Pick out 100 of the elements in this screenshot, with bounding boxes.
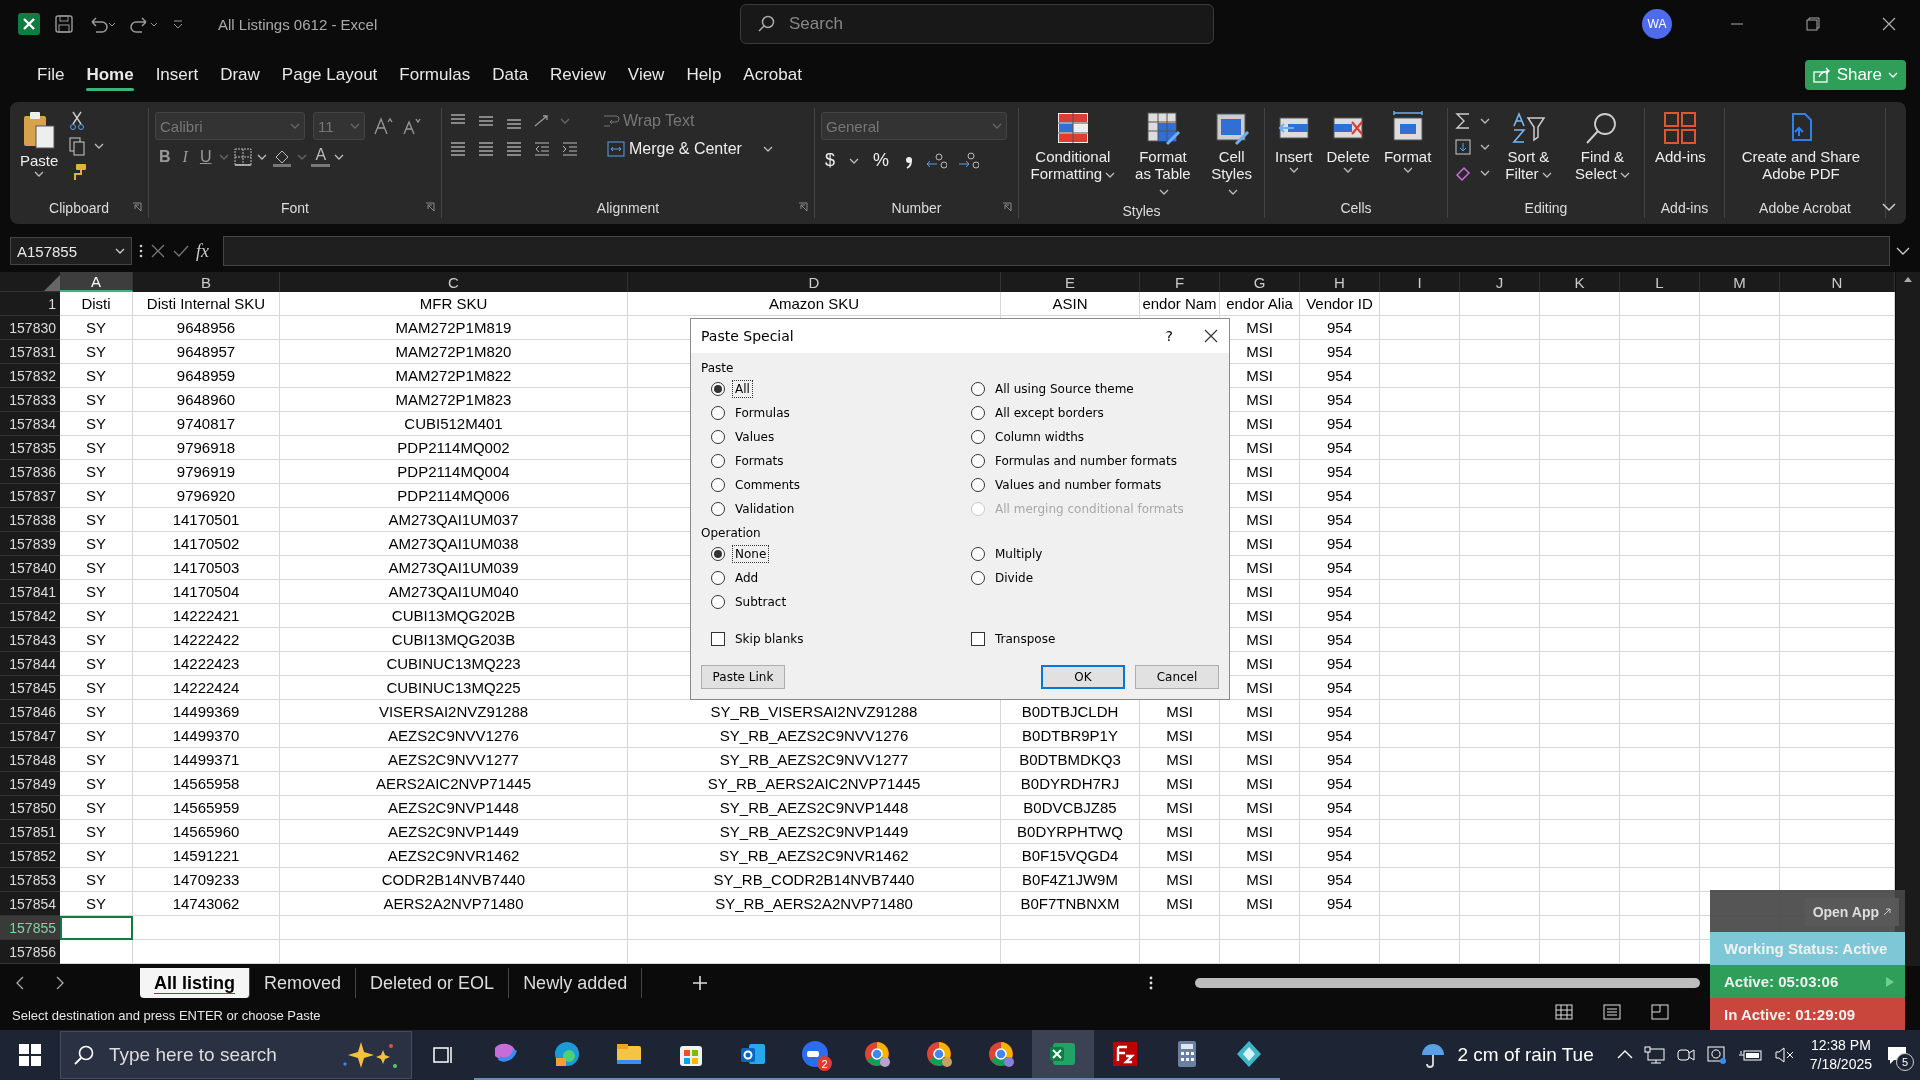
empty-cell[interactable] bbox=[1460, 436, 1540, 460]
row-header[interactable]: 157841 bbox=[0, 580, 60, 604]
row-header[interactable]: 157856 bbox=[0, 940, 60, 964]
radio-button[interactable] bbox=[971, 570, 985, 585]
empty-cell[interactable] bbox=[1380, 940, 1460, 964]
caret-icon[interactable] bbox=[1105, 172, 1116, 179]
empty-cell[interactable] bbox=[1380, 892, 1460, 916]
close-icon[interactable] bbox=[1203, 328, 1219, 344]
more-options-icon[interactable] bbox=[1148, 975, 1154, 991]
row-header[interactable]: 157851 bbox=[0, 820, 60, 844]
empty-cell[interactable] bbox=[1540, 460, 1620, 484]
empty-cell[interactable] bbox=[1460, 412, 1540, 436]
empty-cell[interactable] bbox=[1380, 724, 1460, 748]
empty-cell[interactable] bbox=[1620, 676, 1700, 700]
row-header[interactable]: 157830 bbox=[0, 316, 60, 340]
empty-cell[interactable] bbox=[1460, 580, 1540, 604]
sheet-tab[interactable]: Deleted or EOL bbox=[356, 968, 510, 998]
caret-icon[interactable] bbox=[1343, 167, 1354, 173]
mute-icon[interactable] bbox=[1773, 1046, 1796, 1064]
ribbon-button[interactable]: Create and Share Adobe PDF bbox=[1731, 108, 1871, 184]
empty-cell[interactable] bbox=[1620, 748, 1700, 772]
empty-cell[interactable] bbox=[1700, 628, 1780, 652]
empty-cell[interactable] bbox=[1001, 916, 1140, 940]
empty-cell[interactable] bbox=[1620, 940, 1700, 964]
row-header[interactable]: 1 bbox=[0, 292, 60, 316]
empty-cell[interactable] bbox=[1540, 892, 1620, 916]
radio-button[interactable] bbox=[711, 546, 725, 561]
sync-icon[interactable] bbox=[1705, 1045, 1728, 1065]
row-header[interactable]: 157842 bbox=[0, 604, 60, 628]
empty-cell[interactable] bbox=[1460, 292, 1540, 316]
empty-cell[interactable] bbox=[1700, 316, 1780, 340]
empty-cell[interactable] bbox=[1460, 628, 1540, 652]
restore-icon[interactable] bbox=[1806, 17, 1820, 31]
empty-cell[interactable] bbox=[1380, 412, 1460, 436]
empty-cell[interactable] bbox=[1780, 484, 1895, 508]
empty-cell[interactable] bbox=[1380, 916, 1460, 940]
empty-cell[interactable] bbox=[1780, 292, 1895, 316]
empty-cell[interactable] bbox=[1620, 436, 1700, 460]
empty-cell[interactable] bbox=[1700, 532, 1780, 556]
ribbon-button[interactable]: Insert bbox=[1271, 108, 1317, 175]
caret-icon[interactable] bbox=[1480, 118, 1490, 124]
empty-cell[interactable] bbox=[1460, 724, 1540, 748]
empty-cell[interactable] bbox=[1540, 748, 1620, 772]
underline-button[interactable]: U bbox=[195, 147, 216, 166]
column-header[interactable]: N bbox=[1780, 272, 1895, 292]
row-header[interactable]: 157838 bbox=[0, 508, 60, 532]
empty-cell[interactable] bbox=[1380, 820, 1460, 844]
radio-button[interactable] bbox=[711, 501, 725, 516]
radio-button[interactable] bbox=[711, 453, 725, 468]
radio-button[interactable] bbox=[971, 546, 985, 561]
empty-cell[interactable] bbox=[1460, 508, 1540, 532]
row-header[interactable]: 157846 bbox=[0, 700, 60, 724]
radio-button[interactable] bbox=[971, 429, 985, 444]
ribbon-tab[interactable]: Acrobat bbox=[732, 57, 813, 93]
empty-cell[interactable] bbox=[1620, 316, 1700, 340]
ribbon-tab[interactable]: Help bbox=[675, 57, 733, 93]
search-field[interactable]: Search bbox=[740, 4, 1214, 44]
empty-cell[interactable] bbox=[1780, 436, 1895, 460]
ribbon-button[interactable]: Format as Table bbox=[1126, 108, 1200, 201]
empty-cell[interactable] bbox=[1540, 604, 1620, 628]
row-header[interactable]: 157843 bbox=[0, 628, 60, 652]
column-header[interactable]: H bbox=[1300, 272, 1380, 292]
help-button[interactable]: ? bbox=[1165, 328, 1173, 344]
empty-cell[interactable] bbox=[1700, 412, 1780, 436]
column-header[interactable]: J bbox=[1460, 272, 1540, 292]
empty-cell[interactable] bbox=[1380, 604, 1460, 628]
empty-cell[interactable] bbox=[1780, 532, 1895, 556]
empty-cell[interactable] bbox=[1460, 532, 1540, 556]
radio-button[interactable] bbox=[711, 405, 725, 420]
empty-cell[interactable] bbox=[1540, 316, 1620, 340]
empty-cell[interactable] bbox=[1540, 340, 1620, 364]
empty-cell[interactable] bbox=[1540, 724, 1620, 748]
align-left-icon[interactable] bbox=[448, 140, 468, 158]
empty-cell[interactable] bbox=[1620, 724, 1700, 748]
column-header[interactable]: E bbox=[1001, 272, 1140, 292]
empty-cell[interactable] bbox=[133, 916, 280, 940]
percent-button[interactable]: % bbox=[869, 150, 894, 171]
row-header[interactable]: 157839 bbox=[0, 532, 60, 556]
empty-cell[interactable] bbox=[1780, 700, 1895, 724]
active-cell[interactable] bbox=[60, 916, 133, 940]
ribbon-tab[interactable]: Page Layout bbox=[270, 57, 389, 93]
empty-cell[interactable] bbox=[1700, 748, 1780, 772]
empty-cell[interactable] bbox=[1540, 652, 1620, 676]
ribbon-button[interactable]: Cell Styles bbox=[1205, 108, 1258, 201]
empty-cell[interactable] bbox=[1700, 436, 1780, 460]
empty-cell[interactable] bbox=[1460, 700, 1540, 724]
empty-cell[interactable] bbox=[1460, 844, 1540, 868]
caret-icon[interactable] bbox=[762, 146, 773, 152]
caret-icon[interactable] bbox=[1619, 172, 1630, 179]
empty-cell[interactable] bbox=[1620, 460, 1700, 484]
empty-cell[interactable] bbox=[1140, 916, 1220, 940]
formula-field[interactable] bbox=[223, 236, 1890, 266]
ribbon-button[interactable]: Format bbox=[1379, 108, 1436, 175]
row-header[interactable]: 157834 bbox=[0, 412, 60, 436]
row-header[interactable]: 157836 bbox=[0, 460, 60, 484]
empty-cell[interactable] bbox=[1780, 412, 1895, 436]
row-header[interactable]: 157847 bbox=[0, 724, 60, 748]
currency-button[interactable]: $ bbox=[821, 150, 839, 171]
decrease-indent-icon[interactable] bbox=[532, 140, 552, 158]
save-icon[interactable] bbox=[54, 14, 74, 34]
